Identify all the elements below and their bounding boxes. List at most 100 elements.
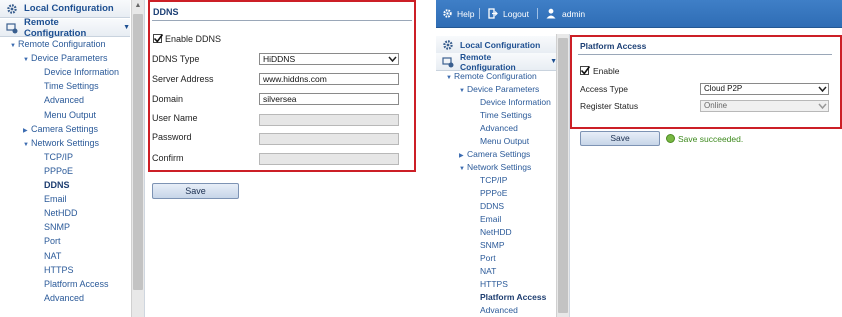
highlight-box bbox=[148, 0, 416, 172]
user-name-input[interactable] bbox=[259, 114, 399, 126]
sidebar-item-menu-output[interactable]: Menu Output bbox=[36, 109, 96, 121]
help-link[interactable]: Help bbox=[442, 8, 474, 19]
remote-configuration-header[interactable]: Remote Configuration ▼ bbox=[436, 52, 557, 72]
domain-label: Domain bbox=[152, 94, 184, 104]
save-button[interactable]: Save bbox=[152, 183, 239, 199]
sidebar-item-label: Menu Output bbox=[480, 136, 530, 146]
sidebar-scrollbar[interactable] bbox=[556, 34, 569, 317]
help-label: Help bbox=[457, 8, 475, 19]
register-status-value: Online bbox=[704, 101, 728, 110]
sidebar-item-device-parameters[interactable]: ▼ Device Parameters bbox=[459, 83, 539, 95]
sidebar-item-advanced[interactable]: Advanced bbox=[472, 122, 518, 134]
sidebar-item-nat[interactable]: NAT bbox=[36, 250, 61, 262]
enable-checkbox[interactable] bbox=[580, 66, 591, 75]
sidebar-item-advanced[interactable]: Advanced bbox=[472, 304, 518, 316]
access-type-select[interactable]: Cloud P2P bbox=[700, 83, 829, 95]
sidebar-item-pppoe[interactable]: PPPoE bbox=[472, 187, 507, 199]
domain-input[interactable]: silversea bbox=[259, 93, 399, 105]
sidebar-item-label: HTTPS bbox=[44, 264, 74, 275]
chevron-down-icon[interactable]: ▼ bbox=[459, 163, 467, 175]
sidebar-item-ddns[interactable]: DDNS bbox=[36, 179, 70, 191]
scroll-up-icon[interactable]: ▲ bbox=[132, 0, 144, 12]
access-type-value: Cloud P2P bbox=[704, 84, 743, 93]
platform-access-form: Platform Access Enable Access Type Cloud… bbox=[570, 34, 842, 317]
scroll-thumb[interactable] bbox=[133, 14, 143, 290]
enable-ddns-checkbox[interactable] bbox=[153, 34, 164, 43]
sidebar-item-label: Device Information bbox=[44, 67, 120, 78]
password-input[interactable] bbox=[259, 133, 399, 145]
sidebar-item-label: PPPoE bbox=[480, 188, 508, 198]
chevron-down-icon[interactable]: ▼ bbox=[10, 40, 18, 52]
sidebar-item-email[interactable]: Email bbox=[472, 213, 501, 225]
sidebar-scrollbar[interactable]: ▲ bbox=[131, 0, 144, 317]
sidebar-item-snmp[interactable]: SNMP bbox=[472, 239, 505, 251]
sidebar-item-nat[interactable]: NAT bbox=[472, 265, 496, 277]
sidebar-item-platform-access[interactable]: Platform Access bbox=[36, 278, 109, 290]
local-configuration-header[interactable]: Local Configuration bbox=[0, 0, 130, 18]
sidebar-item-camera-settings[interactable]: ▶ Camera Settings bbox=[459, 148, 530, 160]
divider bbox=[578, 54, 832, 55]
sidebar-item-snmp[interactable]: SNMP bbox=[36, 221, 70, 233]
sidebar-item-menu-output[interactable]: Menu Output bbox=[472, 135, 529, 147]
chevron-down-icon[interactable]: ▼ bbox=[446, 72, 454, 84]
sidebar-item-label: SNMP bbox=[480, 240, 505, 250]
sidebar-item-tcp-ip[interactable]: TCP/IP bbox=[472, 174, 507, 186]
sidebar-item-camera-settings[interactable]: ▶ Camera Settings bbox=[23, 123, 98, 135]
sidebar-item-network-settings[interactable]: ▼ Network Settings bbox=[23, 137, 99, 149]
status-message: Save succeeded. bbox=[678, 134, 744, 144]
sidebar-item-time-settings[interactable]: Time Settings bbox=[472, 109, 532, 121]
sidebar-item-advanced[interactable]: Advanced bbox=[36, 94, 84, 106]
sidebar-item-label: NetHDD bbox=[44, 208, 78, 219]
remote-configuration-header[interactable]: Remote Configuration ▼ bbox=[0, 16, 130, 39]
user-menu[interactable]: admin bbox=[546, 8, 585, 19]
sidebar-item-https[interactable]: HTTPS bbox=[472, 278, 508, 290]
remote-config-icon bbox=[6, 22, 18, 34]
sidebar-item-nethdd[interactable]: NetHDD bbox=[472, 226, 512, 238]
platform-access-panel: Help Logout admin Local Configuration Re… bbox=[436, 0, 842, 317]
sidebar-item-label: Network Settings bbox=[467, 162, 532, 172]
logout-link[interactable]: Logout bbox=[488, 8, 529, 19]
sidebar-item-ddns[interactable]: DDNS bbox=[472, 200, 504, 212]
sidebar-item-label: TCP/IP bbox=[480, 175, 508, 185]
ddns-type-select[interactable]: HiDDNS bbox=[259, 53, 399, 65]
sidebar-item-label: Time Settings bbox=[44, 81, 99, 92]
sidebar-item-label: Email bbox=[480, 214, 502, 224]
sidebar-item-nethdd[interactable]: NetHDD bbox=[36, 207, 78, 219]
server-address-label: Server Address bbox=[152, 74, 214, 84]
logout-icon bbox=[488, 8, 498, 19]
server-address-input[interactable]: www.hiddns.com bbox=[259, 73, 399, 85]
ddns-form: DDNS Enable DDNS DDNS Type HiDDNS Server… bbox=[148, 0, 430, 317]
chevron-down-icon[interactable]: ▼ bbox=[23, 54, 31, 66]
chevron-right-icon[interactable]: ▶ bbox=[23, 125, 31, 137]
sidebar-item-label: NetHDD bbox=[480, 227, 512, 237]
sidebar-item-label: Remote Configuration bbox=[454, 71, 537, 81]
sidebar-item-label: SNMP bbox=[44, 222, 71, 233]
sidebar-item-port[interactable]: Port bbox=[36, 235, 61, 247]
access-type-label: Access Type bbox=[580, 84, 629, 94]
confirm-input[interactable] bbox=[259, 153, 399, 165]
sidebar-item-remote-configuration[interactable]: ▼ Remote Configuration bbox=[10, 38, 106, 50]
sidebar-item-device-parameters[interactable]: ▼ Device Parameters bbox=[23, 52, 108, 64]
sidebar-item-network-settings[interactable]: ▼ Network Settings bbox=[459, 161, 531, 173]
sidebar-item-https[interactable]: HTTPS bbox=[36, 264, 74, 276]
chevron-down-icon[interactable]: ▼ bbox=[459, 85, 467, 97]
remote-configuration-label: Remote Configuration bbox=[24, 16, 87, 39]
scroll-thumb[interactable] bbox=[558, 38, 568, 313]
sidebar-item-port[interactable]: Port bbox=[472, 252, 496, 264]
sidebar-item-email[interactable]: Email bbox=[36, 193, 67, 205]
sidebar-item-device-information[interactable]: Device Information bbox=[472, 96, 551, 108]
sidebar-item-advanced[interactable]: Advanced bbox=[36, 292, 84, 304]
local-configuration-label: Local Configuration bbox=[24, 3, 114, 14]
section-title: DDNS bbox=[153, 7, 179, 17]
local-configuration-label: Local Configuration bbox=[460, 39, 541, 50]
chevron-down-icon[interactable]: ▼ bbox=[23, 139, 31, 151]
save-button[interactable]: Save bbox=[580, 131, 660, 146]
sidebar-item-remote-configuration[interactable]: ▼ Remote Configuration bbox=[446, 70, 537, 82]
sidebar-item-platform-access[interactable]: Platform Access bbox=[472, 291, 546, 303]
sidebar-item-device-information[interactable]: Device Information bbox=[36, 66, 119, 78]
logout-label: Logout bbox=[503, 8, 529, 19]
sidebar-item-time-settings[interactable]: Time Settings bbox=[36, 80, 99, 92]
chevron-down-icon: ▼ bbox=[123, 24, 130, 31]
sidebar-item-tcp-ip[interactable]: TCP/IP bbox=[36, 151, 73, 163]
sidebar-item-pppoe[interactable]: PPPoE bbox=[36, 165, 73, 177]
